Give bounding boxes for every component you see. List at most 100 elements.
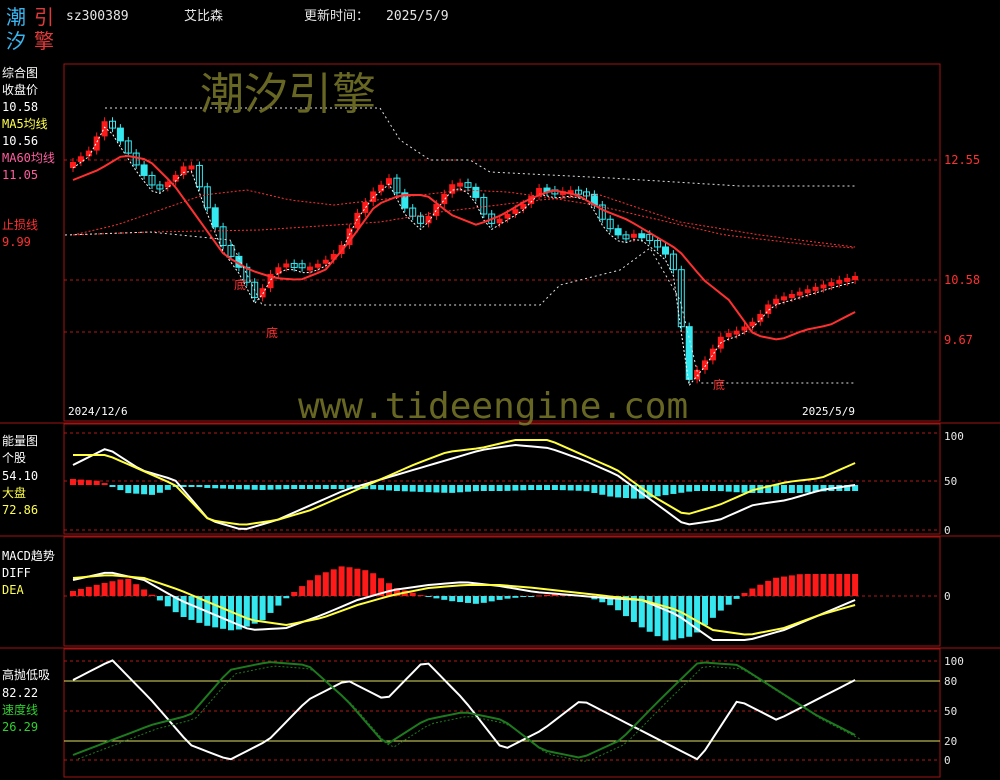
macd-bar xyxy=(741,593,748,596)
energy-bar xyxy=(212,485,219,489)
gdxq-tick-80: 80 xyxy=(944,675,958,688)
bottom-mark-1: 底 xyxy=(234,278,247,292)
macd-bar xyxy=(314,575,321,596)
macd-bar xyxy=(93,584,100,596)
macd-bar xyxy=(749,588,756,596)
macd-bar xyxy=(212,596,219,628)
energy-bar xyxy=(741,485,748,493)
energy-bar xyxy=(575,485,582,491)
macd-bar xyxy=(757,584,764,596)
macd-bar xyxy=(441,596,448,600)
macd-bar xyxy=(330,569,337,596)
energy-stock-value: 54.10 xyxy=(2,469,39,483)
macd-bar xyxy=(773,577,780,596)
macd-bar xyxy=(480,596,487,603)
candle-body xyxy=(757,313,764,322)
energy-bar xyxy=(196,485,203,488)
energy-bar xyxy=(386,485,392,491)
close-value: 10.58 xyxy=(2,100,39,114)
energy-bar xyxy=(425,485,432,493)
candle-body xyxy=(725,332,732,337)
energy-tick-50: 50 xyxy=(944,475,958,488)
candle-body xyxy=(472,186,480,198)
macd-bar xyxy=(828,574,835,596)
bottom-mark-3: 底 xyxy=(713,378,726,392)
energy-bar xyxy=(378,485,385,490)
macd-bar xyxy=(109,581,116,596)
gdxq-tick-50: 50 xyxy=(944,705,958,718)
energy-bar xyxy=(496,485,503,491)
energy-bar xyxy=(686,485,693,492)
macd-bar xyxy=(85,586,92,596)
candle-body xyxy=(733,330,740,335)
candle-body xyxy=(362,201,369,213)
energy-bar xyxy=(678,485,685,493)
energy-bar xyxy=(488,485,495,491)
close-label: 收盘价 xyxy=(2,83,39,97)
energy-stock-label: 个股 xyxy=(2,451,27,465)
energy-bar xyxy=(615,485,622,498)
candle-body xyxy=(425,215,432,224)
energy-bar xyxy=(702,485,708,491)
energy-bar xyxy=(275,485,282,490)
energy-bar xyxy=(694,485,701,491)
energy-bar xyxy=(623,485,629,499)
main-panel-frame xyxy=(63,63,941,422)
energy-bar xyxy=(559,485,566,491)
candle-body xyxy=(852,276,859,280)
candle-body xyxy=(314,263,321,268)
ma5-label: MA5均线 xyxy=(2,117,48,131)
energy-bar xyxy=(133,485,140,494)
macd-bar xyxy=(362,570,369,596)
macd-bar xyxy=(346,567,353,596)
macd-panel-title: MACD趋势 xyxy=(2,549,55,563)
axis-tick-12-55: 12.55 xyxy=(944,153,981,167)
energy-bar xyxy=(330,485,337,489)
macd-bar xyxy=(259,596,266,621)
energy-bar xyxy=(520,485,527,491)
macd-bar xyxy=(299,586,306,596)
date-end: 2025/5/9 xyxy=(802,405,855,418)
energy-bar xyxy=(796,485,803,493)
energy-bar xyxy=(70,479,76,485)
energy-bar xyxy=(338,485,345,489)
energy-bar xyxy=(314,485,321,489)
macd-bar xyxy=(243,596,250,627)
candle-body xyxy=(630,233,637,238)
energy-bar xyxy=(504,485,511,491)
macd-bar xyxy=(520,596,527,597)
energy-bar xyxy=(449,485,456,493)
candle-body xyxy=(496,218,503,224)
macd-bar xyxy=(275,596,282,606)
candle-body xyxy=(188,165,195,170)
macd-bar xyxy=(291,591,298,596)
candle-body xyxy=(781,296,787,301)
main-indicator-lines xyxy=(64,107,856,387)
macd-bar xyxy=(512,596,519,598)
macd-bar xyxy=(488,596,495,602)
energy-bar xyxy=(299,485,306,489)
macd-bar xyxy=(788,575,795,596)
macd-bar xyxy=(725,596,732,605)
macd-bar xyxy=(354,568,361,596)
watermark-url: www.tideengine.com xyxy=(298,386,689,427)
macd-bar xyxy=(322,572,329,596)
energy-bar xyxy=(101,483,108,486)
macd-bar xyxy=(504,596,511,599)
candle-body xyxy=(211,207,219,228)
ma5-value: 10.56 xyxy=(2,134,39,148)
energy-bar xyxy=(781,485,787,493)
macd-bar xyxy=(528,596,535,597)
energy-bar xyxy=(204,485,211,488)
gdxq-tick-0: 0 xyxy=(944,754,951,767)
macd-bar xyxy=(188,596,195,620)
axis-tick-9-67: 9.67 xyxy=(944,333,973,347)
macd-bar xyxy=(536,595,543,597)
gdxq-tick-20: 20 xyxy=(944,735,958,748)
macd-bar xyxy=(709,596,716,618)
axis-tick-10-58: 10.58 xyxy=(944,273,981,287)
energy-bar xyxy=(599,485,606,495)
macd-bar xyxy=(417,595,424,597)
candle-body xyxy=(504,213,511,219)
gdxq-tick-100: 100 xyxy=(944,655,964,668)
